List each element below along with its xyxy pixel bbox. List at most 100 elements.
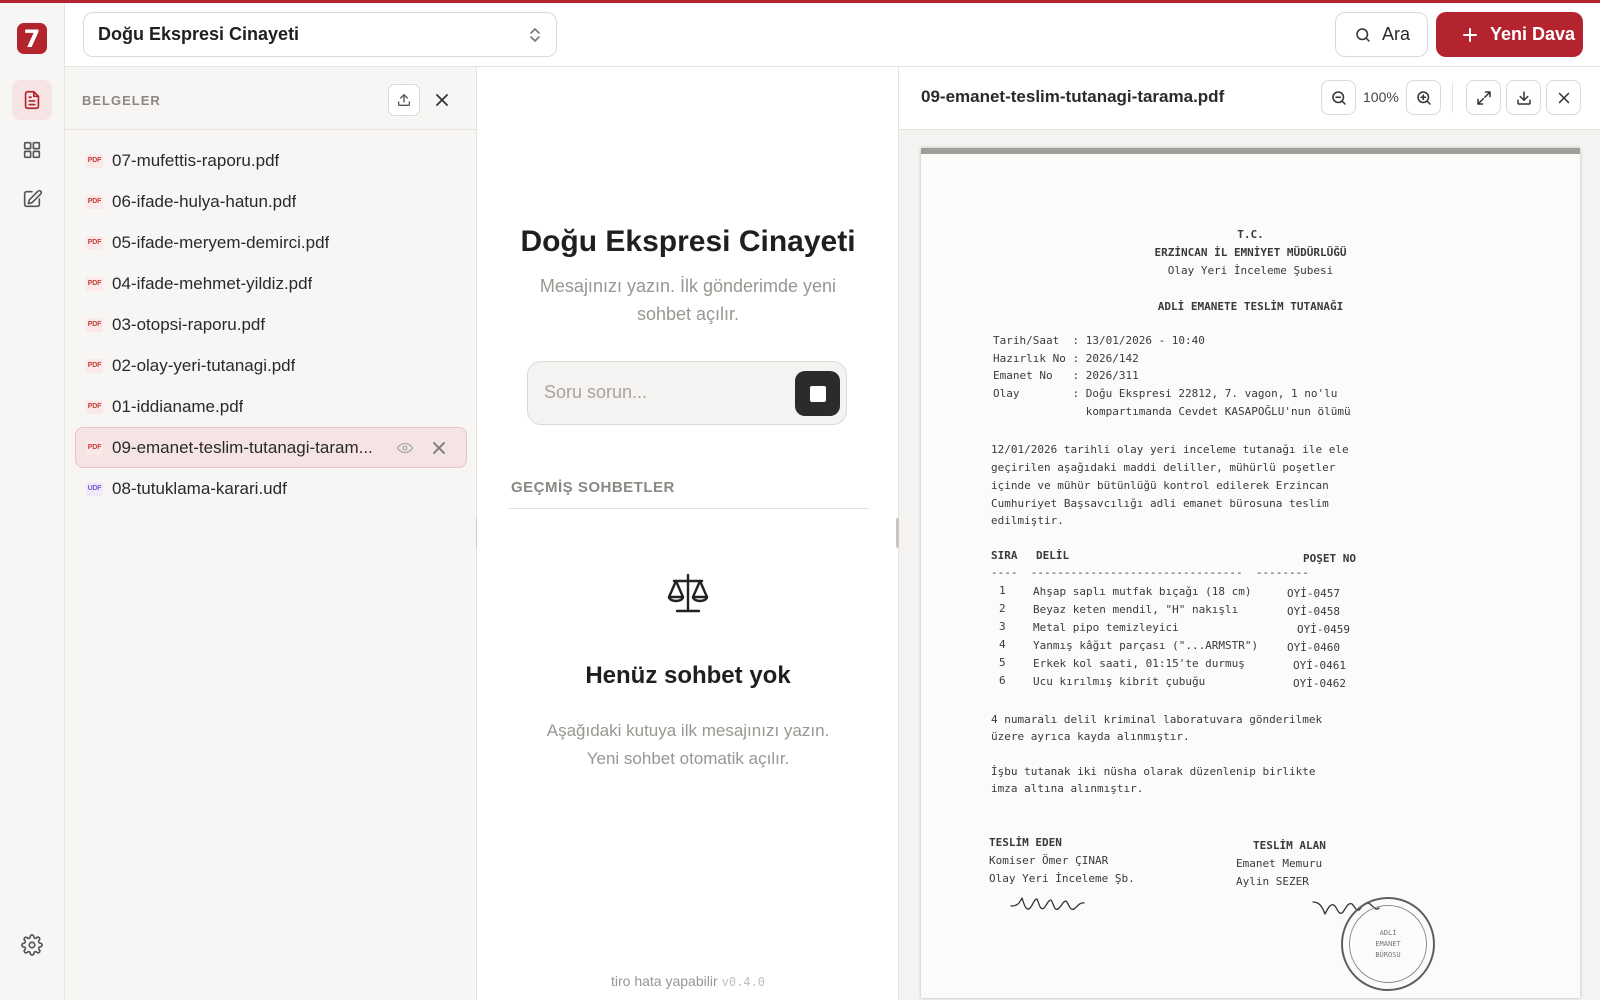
table-cell-item: Ucu kırılmış kibrit çubuğu [1033,675,1206,688]
grid-nav-button[interactable] [12,130,52,170]
expand-icon [1476,90,1491,105]
case-selector[interactable]: Doğu Ekspresi Cinayeti [83,12,557,57]
document-list-item[interactable]: PDF 07-mufettis-raporu.pdf [75,140,467,181]
table-header-item: DELİL [1036,549,1070,562]
document-name: 08-tutuklama-karari.udf [112,478,287,498]
chat-subtitle: Mesajınızı yazın. İlk gönderimde yeni so… [539,276,837,324]
upload-button[interactable] [388,84,420,116]
zoom-in-button[interactable] [1406,80,1441,115]
fullscreen-button[interactable] [1466,80,1501,115]
pdf-file-icon: PDF [86,440,103,455]
stamp-line: EMANET [1375,939,1401,948]
close-icon [1558,92,1569,103]
table-cell-bag: OYİ-0457 [1287,587,1340,600]
document-list-item[interactable]: PDF 01-iddianame.pdf [75,386,467,427]
doc-paragraph-line: imza altına alınmıştır. [991,782,1144,795]
edit-nav-button[interactable] [12,179,52,219]
giver-line: Olay Yeri İnceleme Şb. [989,872,1135,885]
documents-panel: BELGELER PDF 07-mufettis-raporu.pdf PDF 06… [65,67,480,1000]
documents-nav-button[interactable] [12,80,52,120]
table-cell-item: Beyaz keten mendil, "H" nakışlı [1033,603,1239,616]
scales-of-justice-icon [667,573,709,613]
gear-icon [21,934,43,956]
download-button[interactable] [1506,80,1541,115]
doc-field: Tarih/Saat : 13/01/2026 - 10:40 [993,334,1205,347]
doc-header-line: ERZİNCAN İL EMNİYET MÜDÜRLÜĞÜ [1154,246,1347,259]
table-cell-bag: OYİ-0460 [1287,641,1340,654]
viewer-toolbar: 09-emanet-teslim-tutanagi-tarama.pdf 100… [899,67,1600,130]
settings-button[interactable] [12,925,52,965]
pdf-file-icon: PDF [86,399,103,414]
document-list-item[interactable]: PDF 06-ifade-hulya-hatun.pdf [75,181,467,222]
giver-heading: TESLİM EDEN [989,836,1062,849]
pdf-file-icon: PDF [86,317,103,332]
chat-input[interactable] [544,382,774,403]
document-name: 03-otopsi-raporu.pdf [112,314,266,334]
doc-paragraph-line: içinde ve mühür bütünlüğü kontrol ediler… [991,479,1329,492]
table-cell-item: Yanmış kâğıt parçası ("...ARMSTR") [1033,639,1259,652]
table-cell-bag: OYİ-0458 [1287,605,1340,618]
document-list-item[interactable]: PDF 04-ifade-mehmet-yildiz.pdf [75,263,467,304]
close-documents-button[interactable] [430,88,454,112]
app-logo[interactable]: 7 [17,23,47,54]
table-cell-item: Metal pipo temizleyici [1033,621,1179,634]
search-button-label: Ara [1382,24,1411,44]
disclaimer-footnote: tiro hata yapabilir v0.4.0 [477,973,899,989]
document-list-item[interactable]: PDF 03-otopsi-raporu.pdf [75,304,467,345]
doc-header-line: Olay Yeri İnceleme Şubesi [1167,264,1334,277]
table-cell-bag: OYİ-0459 [1297,623,1350,636]
document-name: 04-ifade-mehmet-yildiz.pdf [112,273,313,293]
scanned-document-page: T.C. ERZİNCAN İL EMNİYET MÜDÜRLÜĞÜ Olay … [921,148,1580,998]
table-cell-bag: OYİ-0462 [1293,677,1346,690]
pdf-file-icon: PDF [86,235,103,250]
document-list-item[interactable]: PDF 02-olay-yeri-tutanagi.pdf [75,345,467,386]
table-cell-no: 5 [999,656,1006,669]
doc-field: Emanet No : 2026/311 [993,369,1139,382]
documents-panel-header: BELGELER [65,67,477,130]
disclaimer-text: tiro hata yapabilir [611,973,718,989]
history-label: GEÇMİŞ SOHBETLER [511,479,675,496]
icon-rail: 7 [0,3,65,1000]
document-list-item-selected[interactable]: PDF 09-emanet-teslim-tutanagi-taram... [75,427,467,468]
version-label: v0.4.0 [721,975,765,989]
doc-field: Hazırlık No : 2026/142 [993,352,1139,365]
pdf-file-icon: PDF [86,358,103,373]
remove-document-icon[interactable] [430,439,448,457]
download-icon [1516,90,1531,105]
stamp-text: ADLİ EMANET BÜROSU [1349,905,1427,983]
receiver-heading: TESLİM ALAN [1253,839,1326,852]
close-viewer-button[interactable] [1546,80,1581,115]
stop-button[interactable] [795,371,840,416]
table-cell-no: 2 [999,602,1006,615]
viewer-file-name: 09-emanet-teslim-tutanagi-tarama.pdf [921,87,1225,106]
doc-title: ADLİ EMANETE TESLİM TUTANAĞI [1157,300,1344,313]
new-case-button[interactable]: Yeni Dava [1436,12,1583,57]
search-icon [1356,27,1370,42]
document-list-item[interactable]: UDF 08-tutuklama-karari.udf [75,468,467,509]
table-header-bag: POŞET NO [1303,552,1356,565]
document-name: 01-iddianame.pdf [112,396,244,416]
table-cell-no: 4 [999,638,1006,651]
case-selector-label: Doğu Ekspresi Cinayeti [98,24,300,44]
udf-file-icon: UDF [86,481,103,496]
doc-field: kompartımanda Cevdet KASAPOĞLU'nun ölümü [993,405,1351,418]
doc-paragraph-line: Cumhuriyet Başsavcılığı adli emanet büro… [991,497,1329,510]
document-list: PDF 07-mufettis-raporu.pdf PDF 06-ifade-hu… [75,140,467,509]
plus-icon [1463,27,1477,42]
chevron-up-down-icon [530,28,540,42]
document-name: 07-mufettis-raporu.pdf [112,150,280,170]
chat-title: Doğu Ekspresi Cinayeti [520,225,856,258]
document-list-item[interactable]: PDF 05-ifade-meryem-demirci.pdf [75,222,467,263]
giver-line: Komiser Ömer ÇINAR [989,854,1109,867]
document-name: 02-olay-yeri-tutanagi.pdf [112,355,296,375]
zoom-out-button[interactable] [1321,80,1356,115]
search-button[interactable]: Ara [1335,12,1428,57]
upload-icon [398,94,410,106]
eye-icon[interactable] [396,439,414,457]
document-icon [24,90,40,110]
doc-paragraph-line: İşbu tutanak iki nüsha olarak düzenlenip… [991,765,1316,778]
table-cell-bag: OYİ-0461 [1293,659,1346,672]
table-cell-no: 6 [999,674,1006,687]
doc-paragraph-line: geçirilen aşağıdaki maddi deliller, mühü… [991,461,1336,474]
edit-icon [23,189,43,208]
